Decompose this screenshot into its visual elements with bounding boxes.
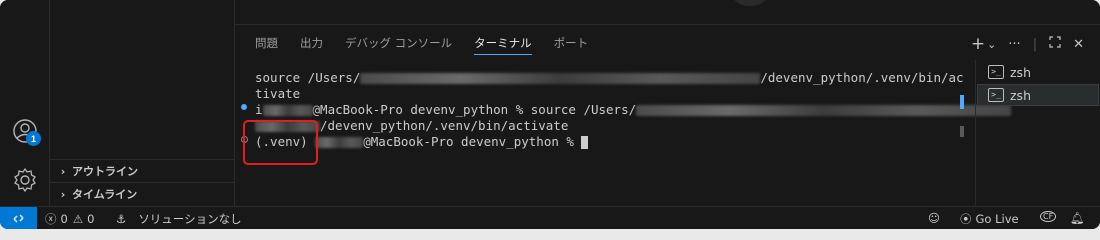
highlight-box (243, 120, 318, 165)
terminal-line: /devenv_python/.venv/bin/activate (255, 118, 955, 134)
command-decoration-success[interactable] (241, 104, 247, 110)
close-panel-button[interactable]: ✕ (1073, 37, 1084, 52)
terminal-icon: >_ (988, 88, 1004, 102)
problems-status[interactable]: ⓧ 0 ⚠ 0 (45, 211, 94, 227)
accounts-badge: 1 (26, 131, 41, 146)
tab-ports[interactable]: ポート (554, 33, 589, 55)
tab-problems[interactable]: 問題 (255, 33, 278, 55)
chevron-right-icon: › (60, 164, 66, 178)
more-actions-button[interactable]: ··· (1008, 37, 1020, 52)
terminal-line: i @MacBook-Pro devenv_python % source /Us… (255, 102, 1012, 118)
remote-indicator-button[interactable] (0, 207, 37, 229)
terminal-cursor (581, 136, 589, 149)
tab-terminal[interactable]: ターミナル (474, 33, 532, 55)
activity-bar: 1 (0, 0, 50, 206)
terminal-icon: >_ (988, 65, 1004, 79)
terminal-list-label: zsh (1010, 64, 1031, 80)
sidebar-section-timeline[interactable]: › タイムライン (50, 182, 234, 205)
terminal-line: (.venv) @MacBook-Pro devenv_python % (255, 134, 955, 150)
error-icon: ⓧ (45, 212, 57, 226)
broadcast-icon: ⦿ (960, 212, 972, 226)
scrollbar-marker (960, 95, 964, 109)
terminal-list-label: zsh (1010, 87, 1031, 103)
panel-actions: + ⌄ ··· | ✕ (959, 34, 1084, 54)
editor-divider (235, 24, 1100, 25)
tab-debug-console[interactable]: デバッグ コンソール (345, 33, 452, 55)
warning-count: 0 (87, 212, 95, 226)
copilot-status[interactable]: ☺ (928, 211, 940, 225)
scrollbar-thumb[interactable] (960, 126, 964, 137)
chevron-right-icon: › (60, 187, 66, 201)
solution-icon: ⚓ (116, 212, 127, 226)
terminal-output[interactable]: source /Users//devenv_python/.venv/bin/a… (255, 70, 1012, 150)
sidebar-section-label: アウトライン (72, 165, 138, 178)
solution-label: ソリューションなし (138, 212, 242, 226)
feedback-status[interactable]: CF (1040, 211, 1057, 222)
separator: | (1032, 36, 1038, 52)
go-live-label: Go Live (975, 212, 1019, 226)
terminal-line: source /Users//devenv_python/.venv/bin/a… (255, 70, 964, 85)
terminal-list-item[interactable]: >_ zsh (978, 62, 1098, 82)
solution-status[interactable]: ⚓ ソリューションなし (116, 211, 242, 227)
terminal-line: tivate (255, 86, 301, 101)
sidebar-section-outline[interactable]: › アウトライン (50, 159, 234, 182)
terminal-list: >_ zsh >_ zsh (975, 60, 1100, 206)
sidebar-section-label: タイムライン (72, 188, 138, 201)
panel-tabs: 問題 出力 デバッグ コンソール ターミナル ポート (255, 33, 610, 55)
notifications-button[interactable]: 🔔︎ (1070, 211, 1085, 225)
copilot-icon: ☺ (928, 211, 940, 225)
vscode-window: 1 › アウトライン › タイムライン 問題 出力 デバッグ コンソール ターミ… (0, 0, 1100, 229)
go-live-button[interactable]: ⦿ Go Live (960, 211, 1019, 227)
gear-icon[interactable] (12, 167, 38, 197)
tab-output[interactable]: 出力 (300, 33, 323, 55)
warning-icon: ⚠ (72, 212, 84, 226)
bell-icon: 🔔︎ (1070, 211, 1085, 225)
status-bar: ⓧ 0 ⚠ 0 ⚓ ソリューションなし ☺ ⦿ Go Live CF 🔔︎ (0, 206, 1100, 229)
add-terminal-button[interactable]: + (971, 34, 985, 54)
terminal-list-item[interactable]: >_ zsh (977, 84, 1099, 106)
error-count: 0 (60, 212, 68, 226)
maximize-panel-button[interactable] (1049, 36, 1061, 52)
cf-icon: CF (1040, 211, 1057, 222)
chevron-down-icon[interactable]: ⌄ (987, 38, 996, 51)
